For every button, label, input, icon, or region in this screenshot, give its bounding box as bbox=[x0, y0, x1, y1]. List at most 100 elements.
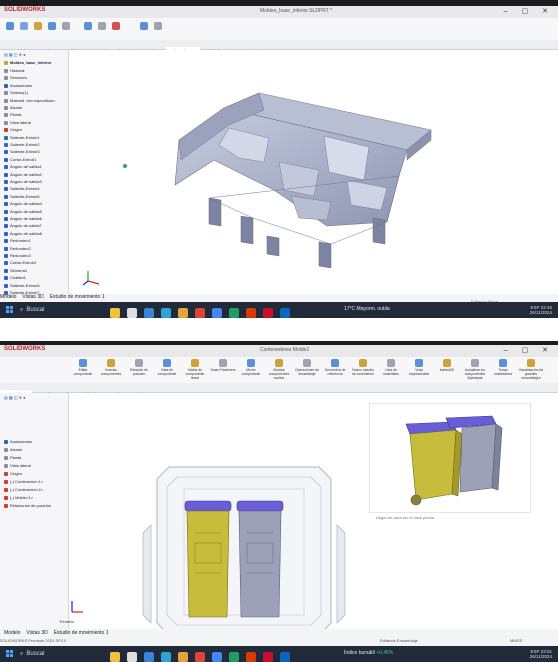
taskbar-app-icon[interactable] bbox=[144, 308, 154, 318]
tree-item[interactable]: Saliente-Extruir6 bbox=[4, 283, 40, 288]
draft-icon[interactable] bbox=[140, 22, 148, 30]
tree-item[interactable]: Sensores bbox=[4, 75, 27, 81]
taskbar-app-icon[interactable] bbox=[229, 652, 239, 662]
tree-item[interactable]: Saliente-Extruir1 bbox=[4, 135, 40, 140]
revolve-icon[interactable] bbox=[20, 22, 28, 30]
tree-item[interactable]: Origen bbox=[4, 127, 22, 133]
tab-modelo[interactable]: Modelo bbox=[4, 630, 20, 636]
graphics-area[interactable]: Haga clic para ver la vista previa Trime… bbox=[59, 393, 558, 644]
tab-vistas-3d[interactable]: Vistas 3D bbox=[22, 294, 43, 300]
tree-item[interactable]: Cortar-Extruir2 bbox=[4, 260, 36, 266]
system-tray[interactable]: ESP 23:01 26/11/2024 bbox=[530, 649, 552, 659]
tree-item[interactable]: Vista lateral bbox=[4, 463, 31, 468]
tree-item[interactable]: Ángulo de salida3 bbox=[4, 179, 42, 184]
cut-icon[interactable] bbox=[84, 22, 92, 30]
ribbon-button[interactable]: Smart Fasteners bbox=[210, 359, 236, 381]
ribbon-button[interactable]: Editar componente bbox=[70, 359, 96, 381]
tab-modelo[interactable]: Modelo bbox=[0, 294, 16, 300]
loft-icon[interactable] bbox=[48, 22, 56, 30]
windows-start-icon[interactable] bbox=[6, 650, 13, 657]
taskbar-app-icon[interactable] bbox=[161, 652, 171, 662]
preview-panel[interactable]: Haga clic para ver la vista previa bbox=[369, 403, 531, 520]
taskbar-app-icon[interactable] bbox=[195, 652, 205, 662]
tree-item[interactable]: Redondeo2 bbox=[4, 246, 31, 251]
taskbar-widget[interactable]: Índice bursátil +0,45% bbox=[344, 650, 393, 656]
tree-item[interactable]: Chaflán1 bbox=[4, 275, 26, 281]
tree-item[interactable]: Ángulo de salida5 bbox=[4, 209, 42, 214]
taskbar-app-icon[interactable] bbox=[280, 652, 290, 662]
ribbon-button[interactable]: Operaciones de ensamblaje bbox=[294, 359, 320, 381]
tree-item[interactable]: Anotaciones bbox=[4, 439, 32, 444]
taskbar-app-icon[interactable] bbox=[246, 308, 256, 318]
taskbar-app-icon[interactable] bbox=[246, 652, 256, 662]
tree-item[interactable]: Planta bbox=[4, 112, 21, 118]
tree-item[interactable]: Redondeo3 bbox=[4, 253, 31, 258]
taskbar-app-icon[interactable] bbox=[229, 308, 239, 318]
tree-item[interactable]: Material <sin especificar> bbox=[4, 98, 55, 103]
tree-item[interactable]: Ángulo de salida7 bbox=[4, 223, 42, 229]
tree-item[interactable]: Ángulo de salida1 bbox=[4, 164, 42, 170]
ribbon-button[interactable]: Instant3D bbox=[434, 359, 460, 381]
taskbar-app-icon[interactable] bbox=[127, 652, 137, 662]
taskbar-app-icon[interactable] bbox=[178, 652, 188, 662]
taskbar-app-icon[interactable] bbox=[110, 652, 120, 662]
tree-item[interactable]: Historial bbox=[4, 68, 24, 73]
taskbar-app-icon[interactable] bbox=[263, 308, 273, 318]
tree-item[interactable]: Saliente-Extruir4 bbox=[4, 186, 40, 192]
tree-item[interactable]: Alzado bbox=[4, 105, 22, 110]
window-controls[interactable]: – ▢ ✕ bbox=[504, 346, 554, 354]
sweep-icon[interactable] bbox=[34, 22, 42, 30]
window-controls[interactable]: – ▢ ✕ bbox=[504, 7, 554, 15]
tree-item[interactable]: (-) Contenedor<2> bbox=[4, 487, 43, 492]
tree-item[interactable]: Saliente-Extruir5 bbox=[4, 194, 40, 199]
taskbar-app-icon[interactable] bbox=[212, 308, 222, 318]
taskbar-app-icon[interactable] bbox=[127, 308, 137, 318]
tree-toolbar[interactable]: ▤ ▦ ◫ ⊕ ● bbox=[4, 395, 26, 400]
graphics-area[interactable]: Editando Pieza bbox=[69, 50, 558, 304]
tree-item[interactable]: Simetría1 bbox=[4, 268, 27, 273]
tree-item[interactable]: Origen bbox=[4, 471, 22, 476]
windows-start-icon[interactable] bbox=[6, 306, 13, 313]
taskbar-app-icon[interactable] bbox=[144, 652, 154, 662]
taskbar-app-icon[interactable] bbox=[195, 308, 205, 318]
tab-estudio-movimiento[interactable]: Estudio de movimiento 1 bbox=[50, 294, 105, 300]
tree-item[interactable]: Sólidos(1) bbox=[4, 90, 28, 96]
tree-item[interactable]: Saliente-Extruir3 bbox=[4, 149, 40, 155]
tree-item[interactable]: Vista lateral bbox=[4, 120, 31, 125]
ribbon-button[interactable]: Insertar componentes bbox=[98, 359, 124, 381]
boundary-icon[interactable] bbox=[62, 22, 70, 30]
tree-item[interactable]: Ángulo de salida4 bbox=[4, 201, 42, 207]
taskbar-search[interactable]: ⌕ Buscar bbox=[20, 649, 45, 659]
tree-item[interactable]: Alzado bbox=[4, 447, 22, 452]
ribbon-button[interactable]: Geometría de referencia bbox=[322, 359, 348, 381]
tree-item[interactable]: (-) Molde<1> bbox=[4, 495, 33, 500]
tree-toolbar[interactable]: ▤ ▦ ◫ ⊕ ● bbox=[4, 52, 26, 57]
tree-item[interactable]: Relaciones de posición bbox=[4, 503, 51, 508]
ribbon-button[interactable]: Vista explosionada bbox=[406, 359, 432, 381]
ribbon-button[interactable]: Mover componente bbox=[238, 359, 264, 381]
taskbar-app-icon[interactable] bbox=[110, 308, 120, 318]
tree-item[interactable]: Ángulo de salida8 bbox=[4, 231, 42, 236]
tree-item[interactable]: Cortar-Extruir1 bbox=[4, 157, 36, 162]
ribbon-button[interactable]: Mostrar componentes ocultos bbox=[266, 359, 292, 381]
ribbon-button[interactable]: Lista de materiales bbox=[378, 359, 404, 381]
taskbar-app-icon[interactable] bbox=[280, 308, 290, 318]
tree-item[interactable]: (-) Contenedor<1> bbox=[4, 479, 43, 484]
ribbon-button[interactable]: Nuevo estudio de movimiento bbox=[350, 359, 376, 381]
tree-root[interactable]: Moldeo_base_inferior bbox=[4, 60, 51, 65]
taskbar-app-icon[interactable] bbox=[212, 652, 222, 662]
extrude-icon[interactable] bbox=[6, 22, 14, 30]
tree-item[interactable]: Anotaciones bbox=[4, 83, 32, 88]
shell-icon[interactable] bbox=[154, 22, 162, 30]
tree-item[interactable]: Ángulo de salida2 bbox=[4, 172, 42, 177]
tab-vistas-3d[interactable]: Vistas 3D bbox=[26, 630, 47, 636]
ribbon-button[interactable]: Vista de componente bbox=[154, 359, 180, 381]
ribbon-button[interactable]: Matriz de componente lineal bbox=[182, 359, 208, 381]
fillet-icon[interactable] bbox=[98, 22, 106, 30]
taskbar-app-icon[interactable] bbox=[161, 308, 171, 318]
taskbar-app-icon[interactable] bbox=[263, 652, 273, 662]
tree-item[interactable]: Planta bbox=[4, 455, 21, 460]
taskbar-app-icon[interactable] bbox=[178, 308, 188, 318]
ribbon-button[interactable]: Relación de posición bbox=[126, 359, 152, 381]
ribbon-button[interactable]: Tomar instantánea bbox=[490, 359, 516, 381]
